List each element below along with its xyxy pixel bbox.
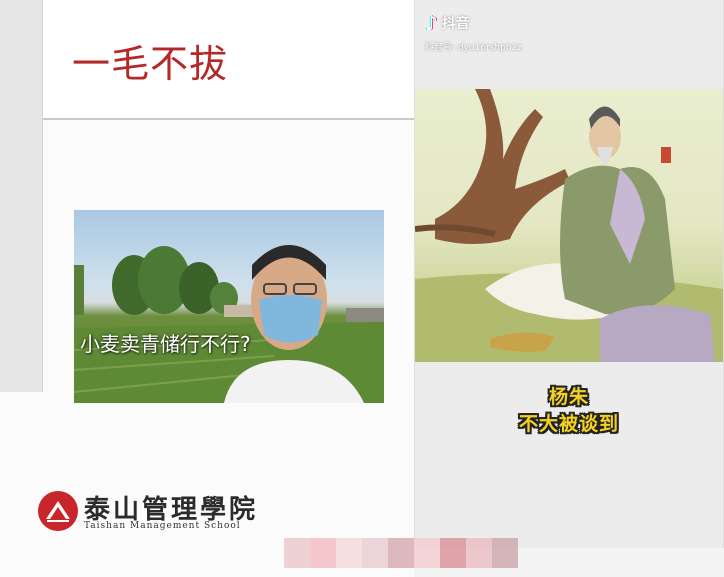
douyin-watermark: ♪ 抖音: [425, 12, 470, 34]
video-caption: 小麦卖青储行不行?: [80, 332, 251, 356]
tiktok-note-icon: ♪: [425, 11, 438, 35]
school-seal-icon: [38, 491, 78, 531]
account-id: 抖音号: dyu16rshph2z: [425, 43, 523, 53]
redacted-blur-strip: [284, 538, 518, 568]
slide-title: 一毛不拔: [72, 42, 229, 86]
school-logo: 泰山管理學院 Taishan Management School: [38, 491, 255, 535]
blur-block: [284, 538, 310, 568]
blur-block: [336, 538, 362, 568]
subtitle-line-1: 杨朱: [548, 386, 589, 408]
presentation-slide: 一毛不拔 小麦卖青储行不行? 泰山管理學院 Taishan Management…: [0, 0, 414, 577]
douyin-video-player[interactable]: ♪ 抖音 抖音号: dyu16rshph2z 杨朱 不大被谈到: [414, 0, 724, 548]
subtitle-line-2: 不大被谈到: [518, 413, 619, 435]
blur-block: [388, 538, 414, 568]
blur-block: [362, 538, 388, 568]
video-painting: [415, 89, 723, 362]
blur-block: [414, 538, 440, 568]
blur-block: [310, 538, 336, 568]
slide-side-strip: [0, 0, 43, 392]
embedded-video-thumbnail[interactable]: [74, 210, 384, 403]
app-name: 抖音: [441, 16, 470, 32]
blur-block: [492, 538, 518, 568]
sage-painting: [415, 89, 723, 362]
blur-block: [440, 538, 466, 568]
school-name-en: Taishan Management School: [84, 521, 241, 531]
blur-block: [466, 538, 492, 568]
video-scene: [74, 245, 384, 403]
